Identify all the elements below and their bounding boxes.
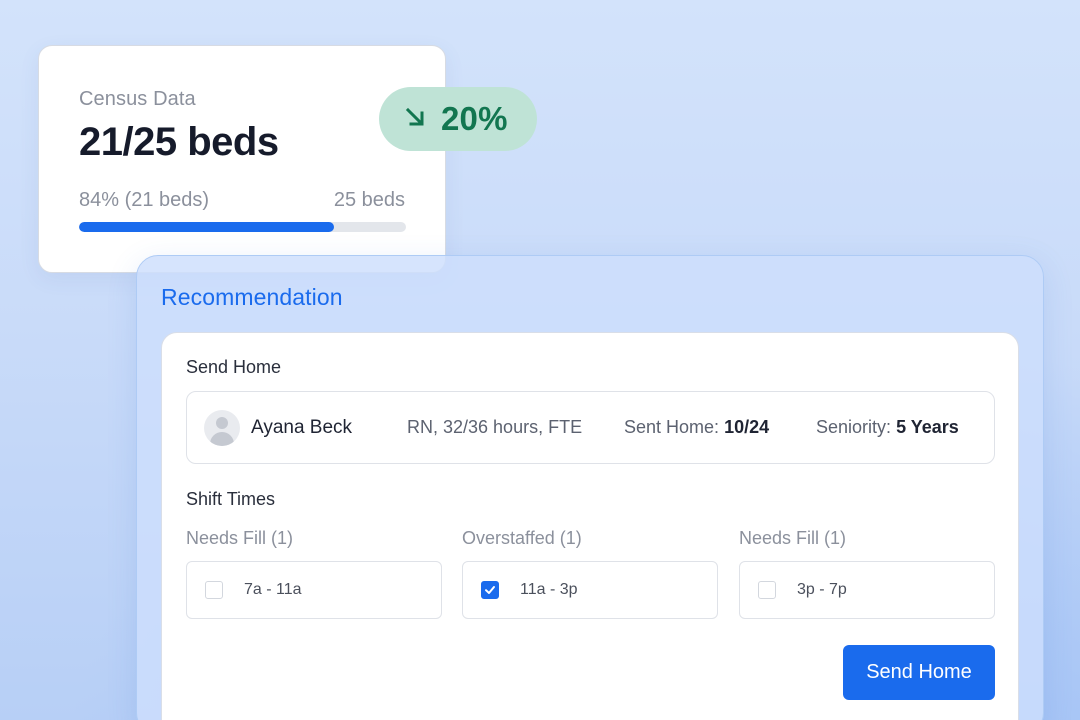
census-occupied-label: 84% (21 beds) [79, 189, 210, 211]
shift-status-label: Needs Fill (1) [186, 528, 294, 548]
shift-time: 7a - 11a [244, 581, 302, 598]
shift-checkbox[interactable] [758, 581, 776, 599]
census-label: Census Data [79, 88, 196, 110]
send-home-heading: Send Home [186, 357, 282, 377]
shift-option[interactable]: 11a - 3p [462, 561, 718, 619]
shift-option[interactable]: 3p - 7p [739, 561, 995, 619]
sent-home-value: 10/24 [724, 417, 770, 437]
trend-value: 20% [441, 100, 508, 137]
staff-name: Ayana Beck [251, 416, 353, 438]
recommendation-panel: Recommendation Send Home Ayana Beck RN, … [136, 255, 1044, 720]
avatar [204, 409, 240, 446]
staff-row[interactable]: Ayana Beck RN, 32/36 hours, FTE Sent Hom… [186, 391, 995, 464]
staff-seniority: Seniority: 5 Years [816, 417, 959, 438]
shift-times-heading: Shift Times [186, 489, 276, 509]
shift-status-label: Overstaffed (1) [462, 528, 582, 548]
seniority-value: 5 Years [896, 417, 959, 437]
recommendation-title: Recommendation [161, 284, 343, 310]
staff-role: RN, 32/36 hours, FTE [407, 417, 583, 437]
sent-home-label: Sent Home: [624, 417, 720, 437]
check-icon [485, 586, 495, 594]
shift-time: 3p - 7p [797, 581, 847, 598]
seniority-label: Seniority: [816, 417, 892, 437]
arrow-down-right-icon [403, 105, 427, 134]
census-card: Census Data 21/25 beds 84% (21 beds) 25 … [38, 45, 446, 273]
trend-badge: 20% [379, 87, 537, 151]
staff-sent-home: Sent Home: 10/24 [624, 417, 816, 438]
census-progress-bar [79, 222, 406, 232]
census-progress-fill [79, 222, 335, 232]
shift-option[interactable]: 7a - 11a [186, 561, 442, 619]
shift-status-label: Needs Fill (1) [739, 528, 847, 548]
census-value: 21/25 beds [79, 120, 279, 164]
shift-time: 11a - 3p [520, 581, 578, 598]
shift-checkbox[interactable] [481, 581, 499, 599]
census-total-label: 25 beds [333, 189, 405, 211]
shift-checkbox[interactable] [205, 581, 223, 599]
recommendation-card: Send Home Ayana Beck RN, 32/36 hours, FT… [161, 332, 1019, 720]
send-home-button[interactable]: Send Home [843, 645, 995, 700]
